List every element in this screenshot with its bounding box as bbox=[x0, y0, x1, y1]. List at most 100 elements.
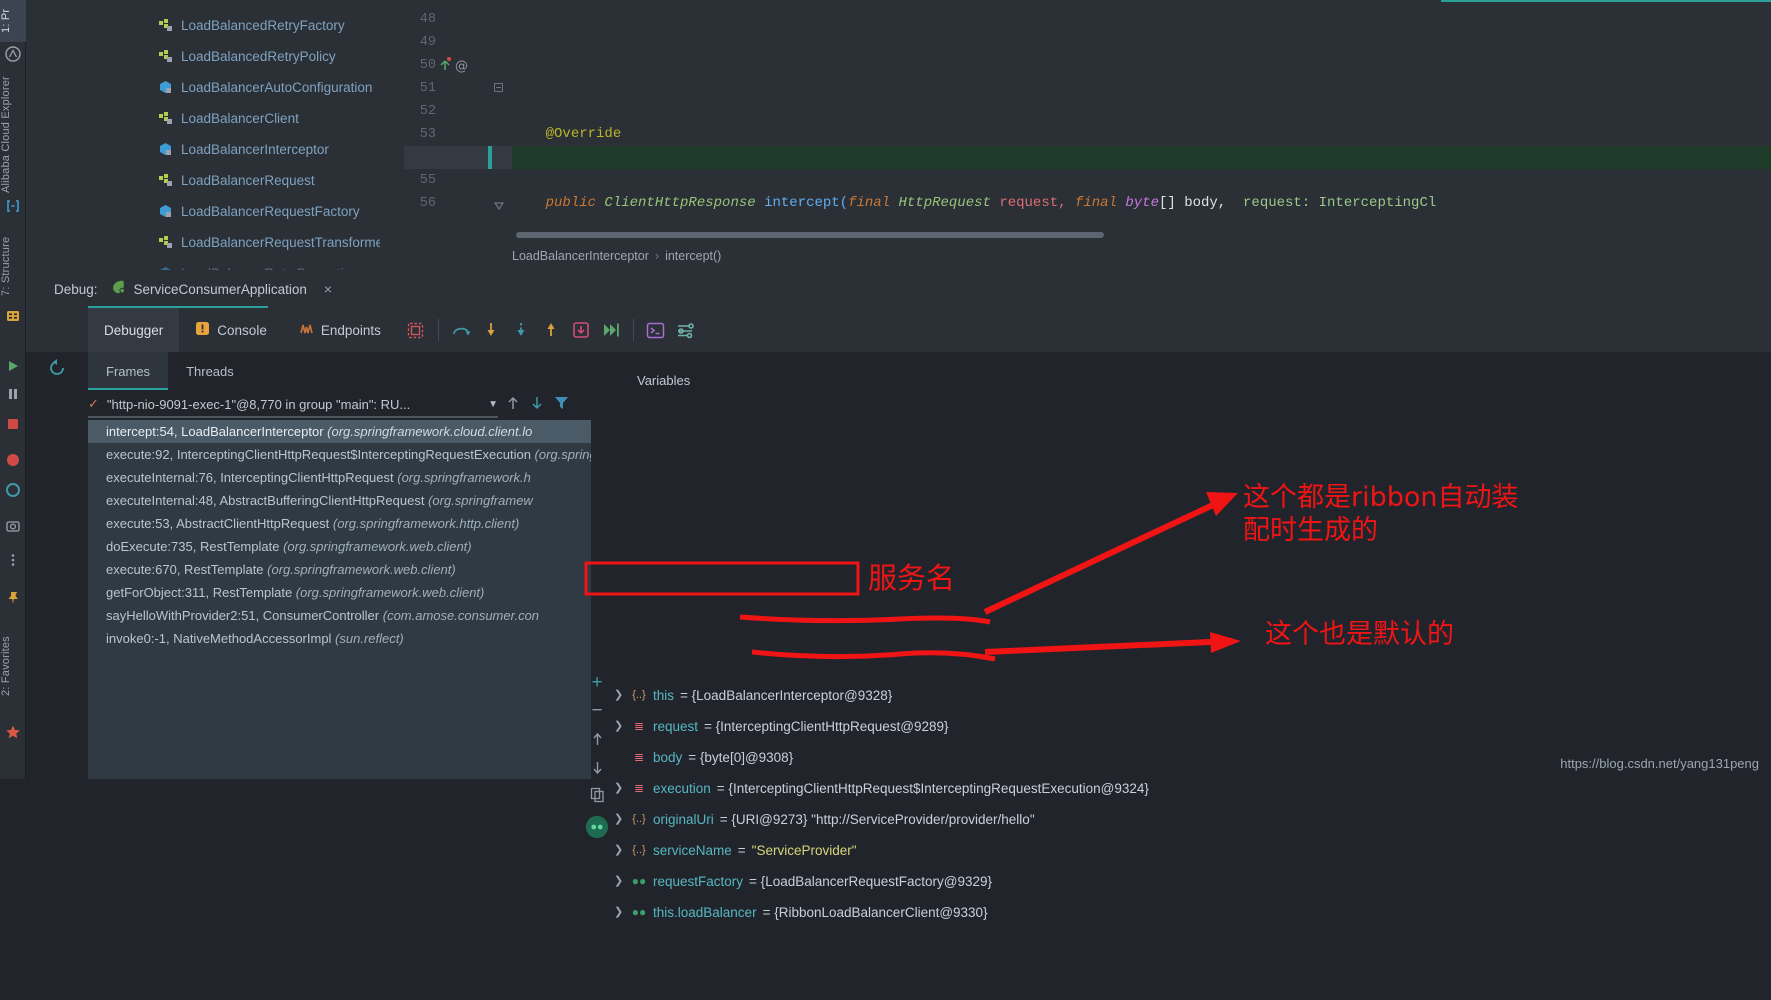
breadcrumb-class[interactable]: LoadBalancerInterceptor bbox=[512, 249, 649, 263]
drop-frame-icon[interactable] bbox=[566, 315, 596, 345]
table-row[interactable]: getForObject:311, RestTemplate (org.spri… bbox=[88, 581, 591, 604]
chevron-down-icon[interactable]: ▼ bbox=[488, 399, 498, 410]
star-icon[interactable] bbox=[5, 724, 21, 740]
spring-boot-icon bbox=[110, 279, 127, 299]
editor-fold-strip[interactable] bbox=[488, 8, 512, 240]
run-to-cursor-icon[interactable] bbox=[596, 315, 626, 345]
tab-frames[interactable]: Frames bbox=[88, 352, 169, 390]
table-row[interactable]: execute:53, AbstractClientHttpRequest (o… bbox=[88, 512, 591, 535]
frames-list[interactable]: intercept:54, LoadBalancerInterceptor (o… bbox=[88, 420, 591, 779]
toolbar-separator bbox=[437, 319, 439, 341]
stop-icon[interactable] bbox=[5, 416, 21, 432]
sidebar-item-favorites[interactable]: 2: Favorites bbox=[0, 614, 26, 718]
tab-debugger[interactable]: Debugger bbox=[88, 308, 180, 352]
chevron-right-icon[interactable]: ❯ bbox=[614, 897, 625, 928]
maven-icon[interactable] bbox=[5, 46, 21, 62]
thread-selector[interactable]: ✓ "http-nio-9091-exec-1"@8,770 in group … bbox=[88, 390, 498, 418]
database-icon[interactable] bbox=[5, 308, 21, 324]
frame-method: execute:92, InterceptingClientHttpReques… bbox=[106, 447, 535, 462]
sidebar-item-project[interactable]: 1: Pr bbox=[0, 0, 26, 42]
endpoints-icon[interactable] bbox=[5, 198, 21, 214]
svg-text:@: @ bbox=[455, 59, 468, 74]
tab-console-label: Console bbox=[217, 322, 267, 338]
layout-icon[interactable] bbox=[401, 315, 431, 345]
force-step-into-icon[interactable] bbox=[506, 315, 536, 345]
table-row[interactable]: intercept:54, LoadBalancerInterceptor (o… bbox=[88, 420, 591, 443]
chevron-right-icon[interactable]: ❯ bbox=[614, 835, 625, 866]
evaluate-icon[interactable] bbox=[641, 315, 671, 345]
variable-row-originalUri[interactable]: ❯ {..} originalUri = {URI@9273} "http://… bbox=[614, 804, 1035, 835]
more-icon[interactable] bbox=[5, 552, 21, 568]
frame-package: (org.springframework.h bbox=[397, 470, 531, 485]
settings-icon[interactable] bbox=[671, 315, 701, 345]
editor-horizontal-scrollbar[interactable] bbox=[516, 232, 1104, 238]
fold-marker-end[interactable] bbox=[493, 198, 505, 211]
variable-row-request[interactable]: ❯ ≣ request = {InterceptingClientHttpReq… bbox=[614, 711, 949, 742]
step-out-icon[interactable] bbox=[536, 315, 566, 345]
pause-icon[interactable] bbox=[5, 386, 21, 402]
list-item[interactable]: LoadBalancedRetryPolicy bbox=[26, 41, 380, 72]
list-item[interactable]: LoadBalancerRetryProperties bbox=[26, 258, 380, 270]
resume-icon[interactable] bbox=[5, 358, 21, 374]
mute-breakpoints-icon[interactable] bbox=[5, 482, 21, 498]
variable-row-this[interactable]: ❯ {..} this = {LoadBalancerInterceptor@9… bbox=[614, 680, 892, 711]
sidebar-item-structure[interactable]: 7: Structure bbox=[0, 222, 26, 310]
step-over-icon[interactable] bbox=[446, 315, 476, 345]
list-item[interactable]: LoadBalancerRequestTransformer bbox=[26, 227, 380, 258]
table-row[interactable]: executeInternal:48, AbstractBufferingCli… bbox=[88, 489, 591, 512]
sidebar-item-alibaba-cloud-explorer[interactable]: Alibaba Cloud Explorer bbox=[0, 70, 26, 200]
camera-icon[interactable] bbox=[5, 518, 21, 534]
list-item[interactable]: LoadBalancerRequestFactory bbox=[26, 196, 380, 227]
chevron-right-icon[interactable]: ❯ bbox=[614, 866, 625, 897]
arrow-up-icon[interactable] bbox=[506, 395, 520, 416]
inspect-icon[interactable] bbox=[585, 814, 609, 840]
object-icon: {..} bbox=[632, 844, 646, 856]
frames-header-tools bbox=[506, 390, 591, 420]
list-item[interactable]: LoadBalancerRequest bbox=[26, 165, 380, 196]
table-row[interactable]: doExecute:735, RestTemplate (org.springf… bbox=[88, 535, 591, 558]
editor-code-lines[interactable]: @Override public ClientHttpResponse inte… bbox=[512, 8, 1771, 240]
breakpoint-icon[interactable] bbox=[5, 452, 21, 468]
chevron-right-icon[interactable]: ❯ bbox=[614, 773, 625, 804]
list-item[interactable]: LoadBalancedRetryFactory bbox=[26, 10, 380, 41]
pin-icon[interactable] bbox=[5, 590, 21, 606]
breadcrumb-method[interactable]: intercept() bbox=[665, 249, 721, 263]
variable-row-requestFactory[interactable]: ❯ ●● requestFactory = {LoadBalancerReque… bbox=[614, 866, 992, 897]
table-row[interactable]: executeInternal:76, InterceptingClientHt… bbox=[88, 466, 591, 489]
table-row[interactable]: execute:92, InterceptingClientHttpReques… bbox=[88, 443, 591, 466]
chevron-right-icon[interactable]: ❯ bbox=[614, 804, 625, 835]
interface-icon bbox=[158, 18, 173, 33]
class-icon bbox=[158, 142, 173, 157]
fold-marker-collapse[interactable] bbox=[494, 83, 503, 92]
override-impl-icon[interactable]: @ bbox=[440, 54, 470, 81]
tab-endpoints[interactable]: Endpoints bbox=[283, 308, 397, 352]
table-row[interactable]: sayHelloWithProvider2:51, ConsumerContro… bbox=[88, 604, 591, 627]
list-item[interactable]: LoadBalancerClient bbox=[26, 103, 380, 134]
variable-row-loadBalancer[interactable]: ❯ ●● this.loadBalancer = {RibbonLoadBala… bbox=[614, 897, 988, 928]
list-item[interactable]: LoadBalancerAutoConfiguration bbox=[26, 72, 380, 103]
run-configuration-tab[interactable]: ServiceConsumerApplication × bbox=[110, 279, 332, 299]
tab-threads[interactable]: Threads bbox=[168, 352, 252, 390]
debug-header: Debug: ServiceConsumerApplication × bbox=[26, 270, 1771, 308]
class-list-popup[interactable]: LoadBalancedRetryFactory LoadBalancedRet… bbox=[26, 2, 380, 270]
variable-row-serviceName[interactable]: ❯ {..} serviceName = "ServiceProvider" bbox=[614, 835, 857, 866]
rerun-button[interactable] bbox=[26, 346, 88, 390]
list-item[interactable]: LoadBalancerInterceptor bbox=[26, 134, 380, 165]
variables-tree[interactable]: ❯ {..} this = {LoadBalancerInterceptor@9… bbox=[614, 680, 1771, 920]
line-number: 52 bbox=[419, 104, 436, 119]
step-into-icon[interactable] bbox=[476, 315, 506, 345]
close-icon[interactable]: × bbox=[324, 281, 332, 297]
variable-value: = {RibbonLoadBalancerClient@9330} bbox=[762, 905, 988, 920]
variable-row-body[interactable]: ≣ body = {byte[0]@9308} bbox=[614, 742, 793, 773]
tab-console[interactable]: Console bbox=[179, 308, 283, 352]
breadcrumb[interactable]: LoadBalancerInterceptor › intercept() bbox=[512, 245, 721, 267]
filter-icon[interactable] bbox=[554, 395, 569, 416]
table-row[interactable]: invoke0:-1, NativeMethodAccessorImpl (su… bbox=[88, 627, 591, 650]
copy-icon[interactable] bbox=[585, 782, 609, 808]
frame-package: (org.springframework.http.client) bbox=[332, 516, 520, 531]
arrow-down-icon[interactable] bbox=[530, 395, 544, 416]
variable-row-execution[interactable]: ❯ ≣ execution = {InterceptingClientHttpR… bbox=[614, 773, 1149, 804]
chevron-right-icon[interactable]: ❯ bbox=[614, 711, 625, 742]
chevron-right-icon[interactable]: ❯ bbox=[614, 680, 625, 711]
table-row[interactable]: execute:670, RestTemplate (org.springfra… bbox=[88, 558, 591, 581]
